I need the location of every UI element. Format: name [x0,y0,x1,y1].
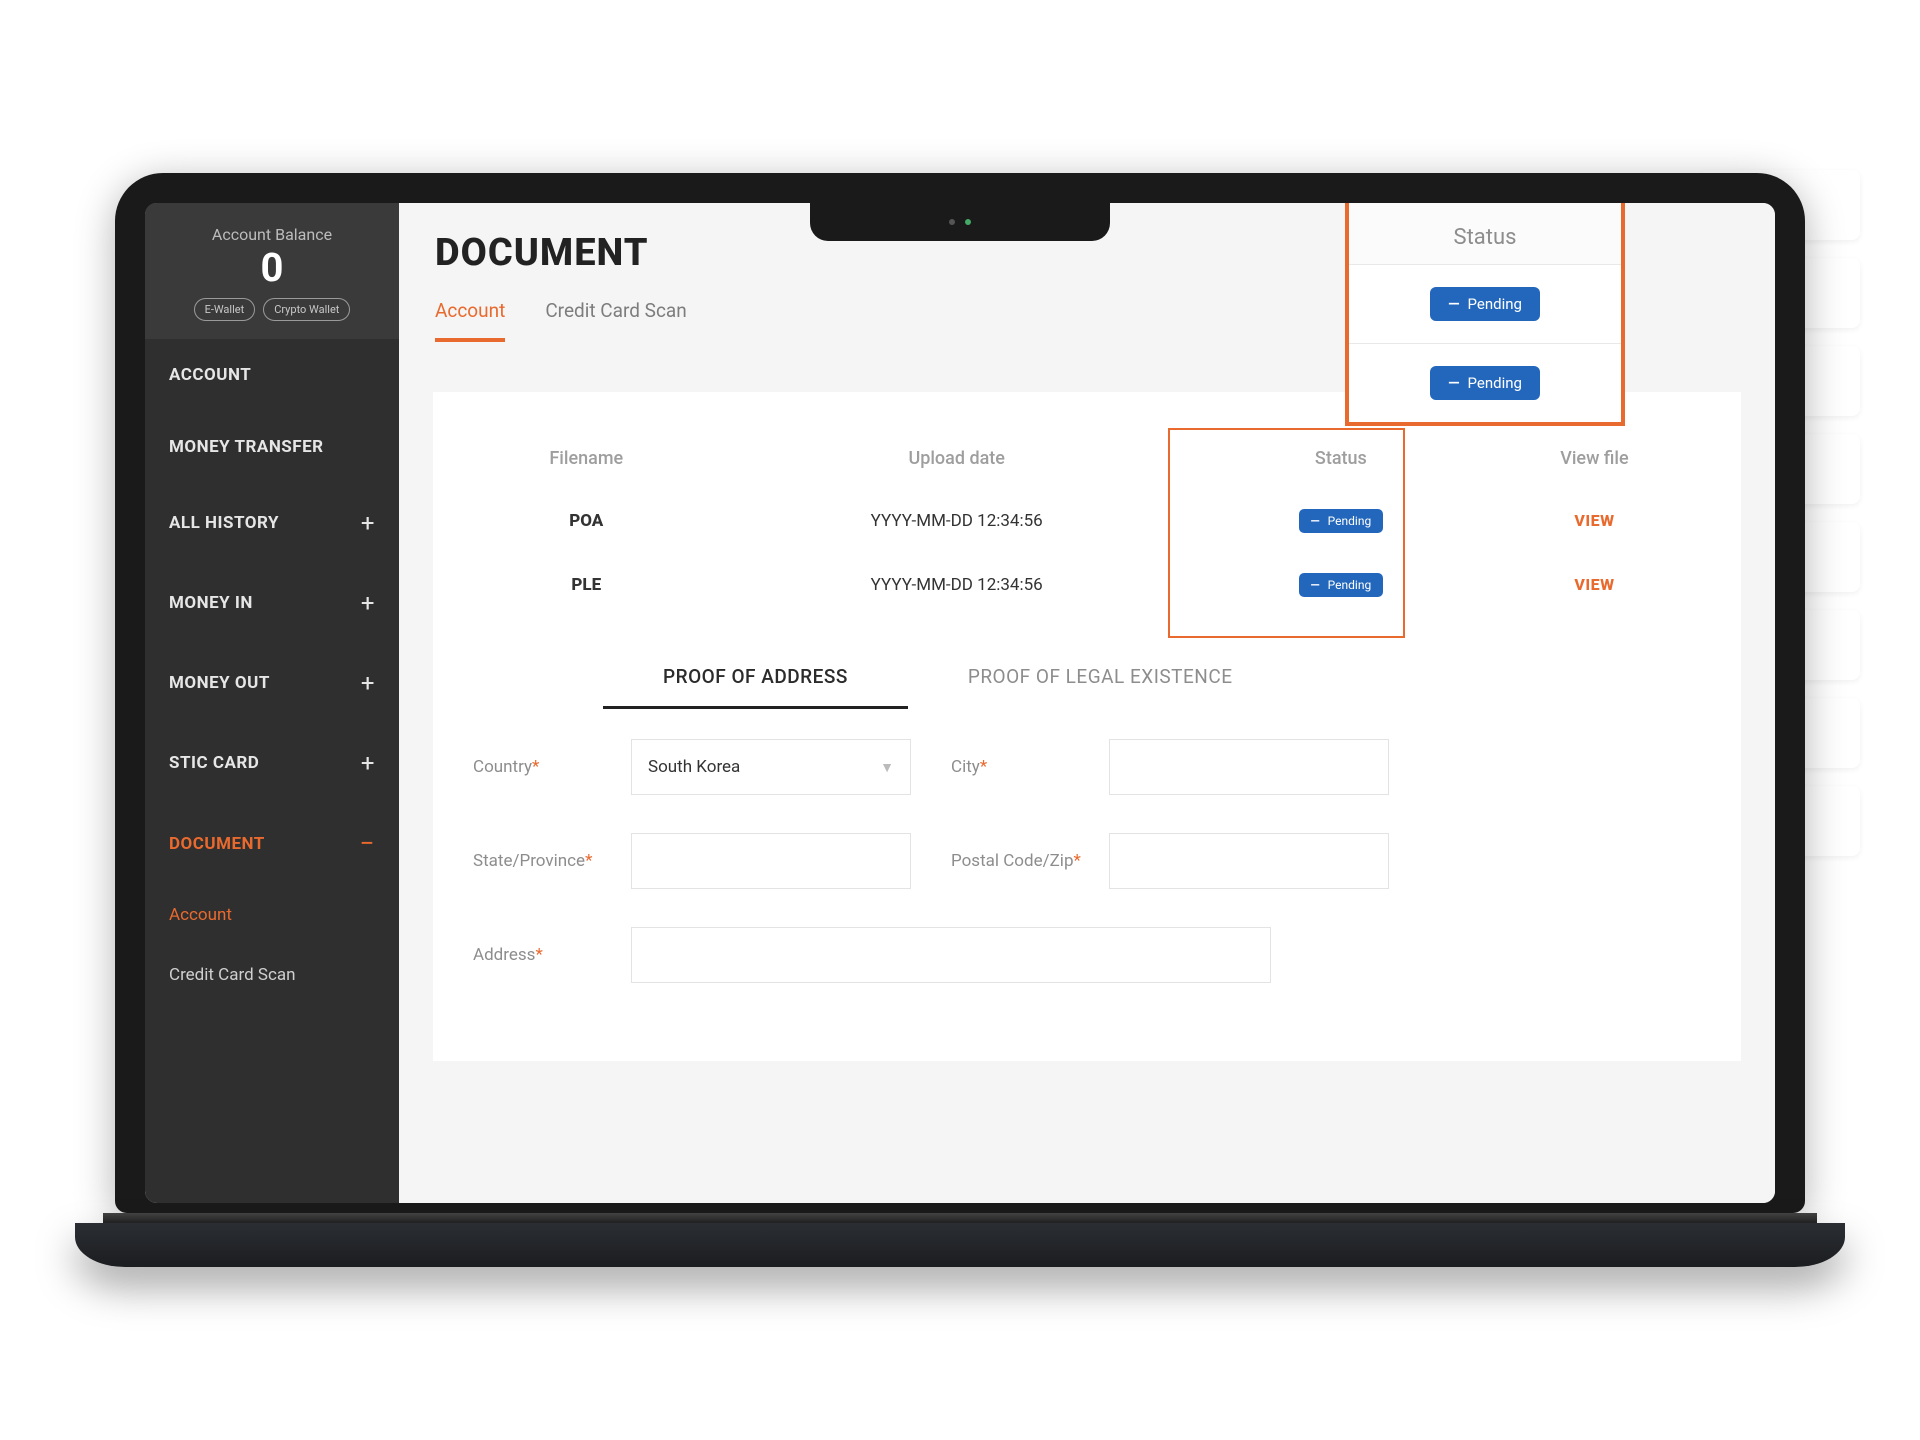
sidebar-item-label: DOCUMENT [169,834,265,854]
account-balance-block: Account Balance 0 E-Wallet Crypto Wallet [145,203,399,339]
col-header-status: Status [1204,428,1478,489]
sidebar-item-label: ACCOUNT [169,365,251,385]
required-mark: * [980,757,987,777]
status-badge-label: Pending [1328,578,1372,592]
sidebar-subitem-account[interactable]: Account [145,885,399,945]
table-row: POA YYYY-MM-DD 12:34:56 — Pending VIEW [463,489,1711,553]
expand-icon: + [361,509,375,537]
balance-value: 0 [155,248,389,288]
country-selected-value: South Korea [648,757,740,777]
required-mark: * [535,945,542,965]
balance-label: Account Balance [155,225,389,244]
expand-icon: + [361,749,375,777]
minus-icon: — [1311,578,1320,592]
status-badge-pending[interactable]: — Pending [1430,366,1540,400]
status-badge-label: Pending [1328,514,1372,528]
status-callout: Status — Pending — Pending [1345,203,1625,426]
city-input[interactable] [1109,739,1389,795]
sidebar-item-label: MONEY TRANSFER [169,437,324,457]
country-select[interactable]: South Korea ▼ [631,739,911,795]
status-badge-pending[interactable]: — Pending [1430,287,1540,321]
collapse-icon: − [360,829,375,859]
status-badge-pending[interactable]: — Pending [1299,509,1384,533]
view-link[interactable]: VIEW [1574,511,1614,530]
laptop-notch [810,203,1110,241]
crypto-wallet-pill[interactable]: Crypto Wallet [263,298,350,321]
minus-icon: — [1448,374,1459,392]
laptop-frame: Account Balance 0 E-Wallet Crypto Wallet… [115,173,1805,1267]
required-mark: * [532,757,539,777]
sidebar-item-label: STIC CARD [169,753,259,773]
cell-upload-date: YYYY-MM-DD 12:34:56 [710,489,1204,553]
sidebar-item-money-out[interactable]: MONEY OUT + [145,643,399,723]
country-label: Country* [473,757,613,777]
status-badge-label: Pending [1468,374,1522,392]
postal-input[interactable] [1109,833,1389,889]
sidebar-item-label: MONEY IN [169,593,253,613]
document-card: Filename Upload date Status View file PO… [433,392,1741,1061]
postal-label: Postal Code/Zip* [951,851,1091,871]
table-row: PLE YYYY-MM-DD 12:34:56 — Pending VIEW [463,553,1711,617]
status-badge-pending[interactable]: — Pending [1299,573,1384,597]
cell-upload-date: YYYY-MM-DD 12:34:56 [710,553,1204,617]
expand-icon: + [361,589,375,617]
sidebar-item-money-transfer[interactable]: MONEY TRANSFER [145,411,399,483]
col-header-view-file: View file [1478,428,1711,489]
address-form: Country* South Korea ▼ City* [463,719,1711,983]
sidebar: Account Balance 0 E-Wallet Crypto Wallet… [145,203,399,1203]
expand-icon: + [361,669,375,697]
city-label: City* [951,757,1091,777]
main-content: DOCUMENT Account Credit Card Scan Status… [399,203,1775,1203]
sidebar-item-account[interactable]: ACCOUNT [145,339,399,411]
sidebar-item-all-history[interactable]: ALL HISTORY + [145,483,399,563]
minus-icon: — [1448,295,1459,313]
sidebar-item-label: ALL HISTORY [169,513,279,533]
sidebar-item-money-in[interactable]: MONEY IN + [145,563,399,643]
status-badge-label: Pending [1468,295,1522,313]
col-header-filename: Filename [463,428,710,489]
minus-icon: — [1311,514,1320,528]
state-label: State/Province* [473,851,613,871]
tab-account[interactable]: Account [435,287,505,342]
state-input[interactable] [631,833,911,889]
status-callout-header: Status [1349,203,1621,264]
sidebar-nav: ACCOUNT MONEY TRANSFER ALL HISTORY + MON… [145,339,399,1203]
tab-proof-of-legal-existence[interactable]: PROOF OF LEGAL EXISTENCE [908,647,1293,709]
address-input[interactable] [631,927,1271,983]
tab-proof-of-address[interactable]: PROOF OF ADDRESS [603,647,908,709]
view-link[interactable]: VIEW [1574,575,1614,594]
chevron-down-icon: ▼ [880,759,894,776]
tab-credit-card-scan[interactable]: Credit Card Scan [545,287,686,342]
sidebar-subitem-credit-card-scan[interactable]: Credit Card Scan [145,945,399,1005]
col-header-upload-date: Upload date [710,428,1204,489]
cell-filename: POA [463,489,710,553]
required-mark: * [585,851,592,871]
address-label: Address* [473,945,613,965]
sidebar-item-label: MONEY OUT [169,673,270,693]
required-mark: * [1074,851,1081,871]
sidebar-item-document[interactable]: DOCUMENT − [145,803,399,885]
proof-tabs: PROOF OF ADDRESS PROOF OF LEGAL EXISTENC… [603,647,1711,709]
document-table: Filename Upload date Status View file PO… [463,428,1711,617]
sidebar-item-stic-card[interactable]: STIC CARD + [145,723,399,803]
ewallet-pill[interactable]: E-Wallet [194,298,256,321]
cell-filename: PLE [463,553,710,617]
